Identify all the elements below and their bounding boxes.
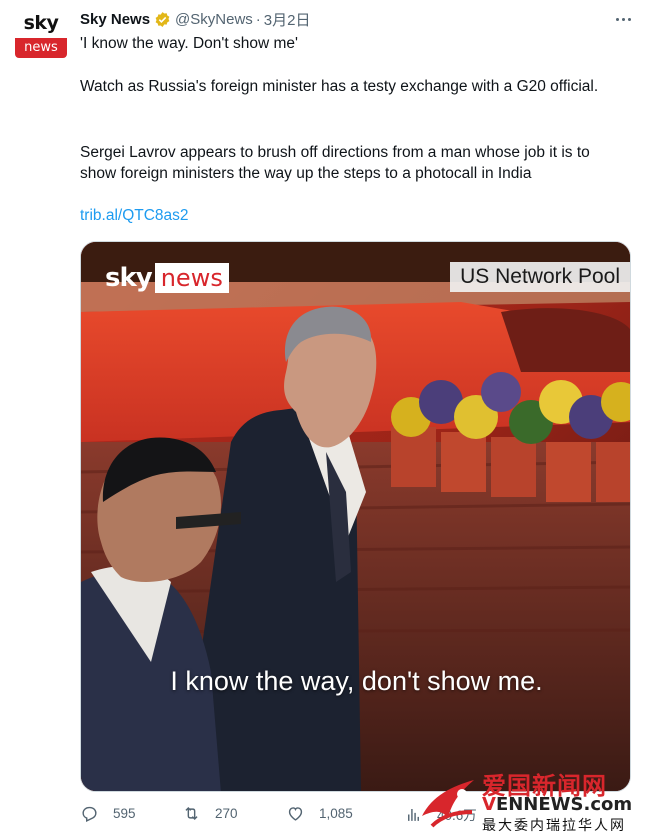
network-pool-label: US Network Pool: [450, 262, 630, 292]
video-media[interactable]: sky news US Network Pool I know the way,…: [80, 241, 631, 792]
tweet-header: Sky News @SkyNews · 3月2日: [80, 8, 310, 30]
like-count: 1,085: [319, 806, 353, 821]
avatar-news-text: news: [15, 38, 67, 58]
header-separator: ·: [255, 10, 261, 28]
retweet-icon: [185, 806, 198, 821]
sky-news-logo: sky news: [105, 262, 229, 294]
author-handle[interactable]: @SkyNews: [175, 11, 253, 28]
video-frame: [81, 242, 630, 791]
watermark-url-rest: ENNEWS.com: [495, 794, 633, 815]
watermark-logo-icon: [422, 780, 474, 828]
retweet-count: 270: [215, 806, 238, 821]
tweet-link[interactable]: trib.al/QTC8as2: [80, 207, 189, 225]
verified-badge-icon[interactable]: [154, 11, 171, 28]
tweet[interactable]: sky news Sky News @SkyNews · 3月2日 'I kno…: [0, 0, 650, 836]
tweet-text-line-1: 'I know the way. Don't show me': [80, 35, 298, 52]
video-caption: I know the way, don't show me.: [170, 666, 543, 696]
tweet-text-line-3: Sergei Lavrov appears to brush off direc…: [80, 144, 590, 182]
like-button[interactable]: 1,085: [286, 804, 353, 823]
avatar-sky-text: sky: [23, 12, 59, 34]
logo-news-text: news: [154, 263, 229, 293]
more-options-icon[interactable]: [612, 8, 634, 30]
author-name[interactable]: Sky News: [80, 11, 150, 28]
watermark-subtitle: 最大委内瑞拉华人网: [482, 818, 626, 834]
site-watermark: 爱国新闻网 VENNEWS.com 最大委内瑞拉华人网: [412, 766, 650, 836]
watermark-url-v: V: [482, 794, 496, 815]
avatar[interactable]: sky news: [15, 10, 67, 58]
reply-button[interactable]: 595: [80, 804, 136, 823]
logo-sky-text: sky: [105, 263, 153, 293]
reply-count: 595: [113, 806, 136, 821]
tweet-text-line-2: Watch as Russia's foreign minister has a…: [80, 78, 599, 95]
retweet-button[interactable]: 270: [182, 804, 238, 823]
watermark-url: VENNEWS.com: [482, 794, 632, 815]
tweet-date[interactable]: 3月2日: [264, 9, 311, 30]
reply-icon: [82, 806, 97, 823]
heart-icon: [288, 807, 303, 821]
